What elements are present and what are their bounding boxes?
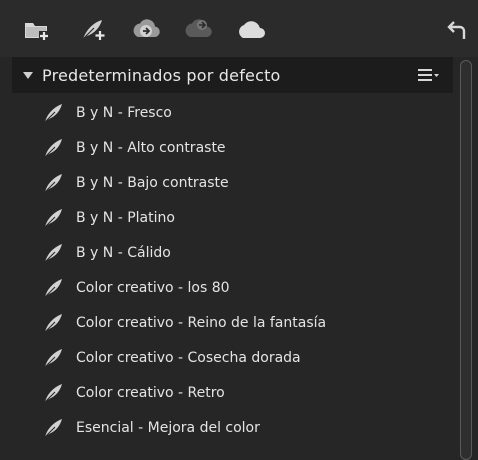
feather-icon [44, 314, 62, 333]
section-header[interactable]: Predeterminados por defecto [12, 57, 453, 93]
preset-item[interactable]: Color creativo - Cosecha dorada [0, 341, 453, 375]
preset-label: B y N - Bajo contraste [76, 175, 229, 191]
preset-item[interactable]: Esencial - Mejora del color [0, 411, 453, 445]
expand-arrow-icon[interactable] [22, 69, 34, 81]
preset-label: Color creativo - Retro [76, 385, 225, 401]
feather-icon [44, 419, 62, 438]
preset-item[interactable]: B y N - Cálido [0, 236, 453, 270]
preset-item[interactable]: Color creativo - los 80 [0, 271, 453, 305]
preset-label: Color creativo - Cosecha dorada [76, 350, 301, 366]
preset-label: B y N - Alto contraste [76, 140, 226, 156]
feather-icon [44, 279, 62, 298]
feather-icon [44, 104, 62, 123]
import-icon[interactable] [129, 13, 163, 47]
cloud-icon[interactable] [234, 13, 268, 47]
preset-item[interactable]: B y N - Fresco [0, 96, 453, 130]
preset-item[interactable]: B y N - Bajo contraste [0, 166, 453, 200]
preset-label: B y N - Fresco [76, 105, 172, 121]
preset-label: B y N - Platino [76, 210, 175, 226]
preset-label: Color creativo - los 80 [76, 280, 230, 296]
new-preset-icon[interactable] [77, 13, 111, 47]
preset-label: B y N - Cálido [76, 245, 171, 261]
feather-icon [44, 384, 62, 403]
scrollbar-thumb[interactable] [460, 60, 472, 460]
preset-item[interactable]: B y N - Alto contraste [0, 131, 453, 165]
preset-item[interactable]: Color creativo - Reino de la fantasía [0, 306, 453, 340]
undo-icon[interactable] [440, 13, 474, 47]
preset-label: Color creativo - Reino de la fantasía [76, 315, 327, 331]
feather-icon [44, 139, 62, 158]
export-icon[interactable] [181, 13, 215, 47]
feather-icon [44, 349, 62, 368]
add-folder-icon[interactable] [20, 13, 54, 47]
preset-label: Esencial - Mejora del color [76, 420, 260, 436]
menu-icon[interactable] [417, 66, 439, 84]
feather-icon [44, 174, 62, 193]
feather-icon [44, 244, 62, 263]
toolbar [0, 0, 478, 57]
section-title: Predeterminados por defecto [42, 65, 281, 85]
preset-item[interactable]: Color creativo - Retro [0, 376, 453, 410]
preset-item[interactable]: B y N - Platino [0, 201, 453, 235]
feather-icon [44, 209, 62, 228]
